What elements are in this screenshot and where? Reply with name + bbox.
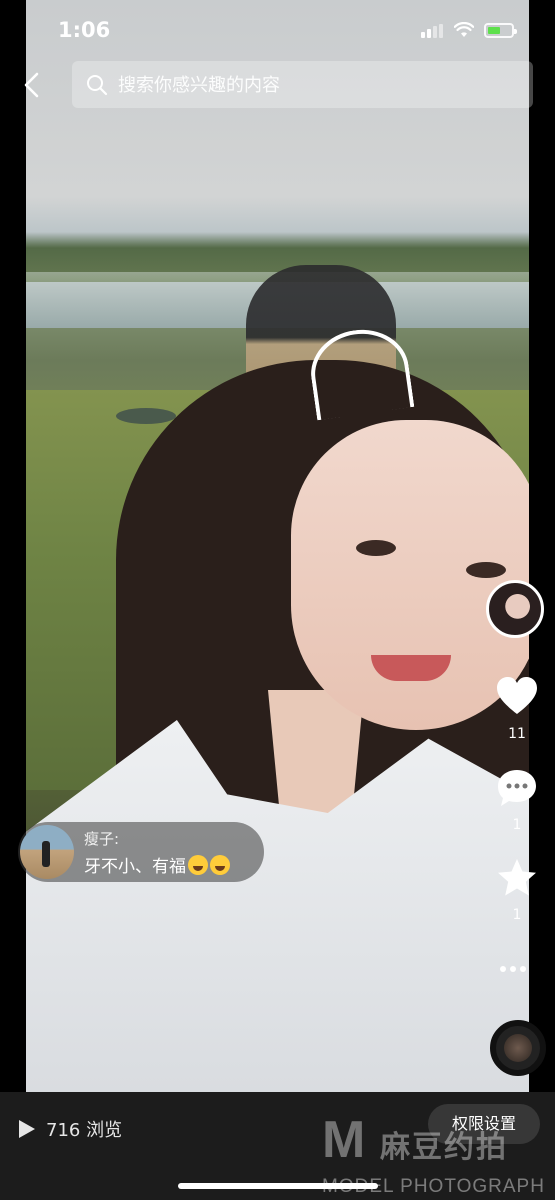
author-avatar[interactable] — [486, 580, 544, 638]
commenter-name: 瘦子: — [84, 830, 120, 848]
heart-icon — [497, 677, 537, 714]
laughing-emoji-icon — [188, 855, 208, 875]
search-input[interactable] — [116, 69, 520, 101]
favorite-button[interactable] — [495, 858, 539, 902]
commenter-avatar — [20, 825, 74, 879]
chevron-left-icon[interactable] — [18, 70, 48, 100]
like-count: 11 — [508, 726, 526, 742]
like-button[interactable] — [495, 676, 539, 720]
play-icon — [19, 1120, 35, 1138]
comment-button[interactable] — [495, 768, 539, 812]
music-disc-icon[interactable] — [490, 1020, 546, 1076]
search-bar[interactable] — [72, 61, 533, 108]
views-counter: 716 浏览 — [18, 1116, 122, 1142]
home-indicator[interactable] — [178, 1183, 378, 1189]
favorite-count: 1 — [512, 907, 522, 923]
watermark-letter: M — [322, 1111, 366, 1169]
wifi-icon — [454, 22, 474, 37]
video-photo[interactable] — [26, 0, 529, 1092]
search-icon — [87, 75, 108, 96]
comment-bubble[interactable]: 瘦子: 牙不小、有福 — [18, 822, 264, 882]
star-icon — [498, 859, 536, 896]
battery-icon — [484, 23, 517, 38]
comment-text: 牙不小、有福 — [84, 857, 186, 877]
signal-icon — [421, 24, 443, 38]
status-time: 1:06 — [58, 18, 111, 42]
background-trees — [26, 232, 529, 272]
laughing-emoji-icon — [210, 855, 230, 875]
permission-settings-button[interactable]: 权限设置 — [428, 1104, 540, 1144]
comment-count: 1 — [512, 817, 522, 833]
background-rock — [116, 408, 176, 424]
subject-eye-right — [466, 562, 506, 578]
comment-text-row: 牙不小、有福 — [84, 852, 230, 877]
comment-icon — [498, 770, 536, 806]
status-bar: 1:06 — [0, 0, 555, 62]
views-text: 716 浏览 — [46, 1120, 123, 1141]
more-dots-icon[interactable] — [500, 966, 526, 972]
subject-eye-left — [356, 540, 396, 556]
